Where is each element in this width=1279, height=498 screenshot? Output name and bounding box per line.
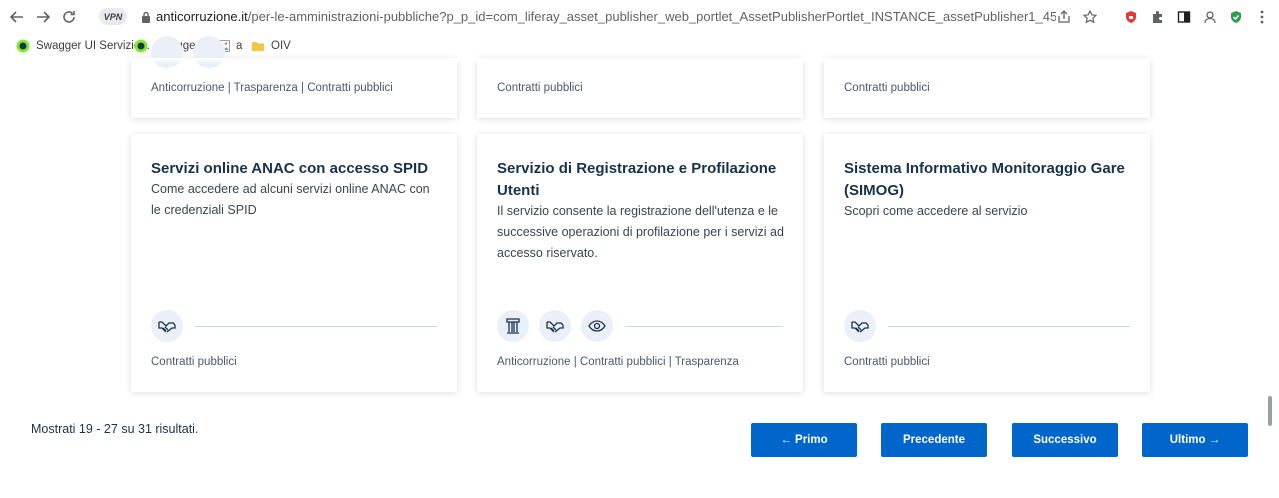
star-icon[interactable] [1080, 7, 1100, 27]
card-categories: Contratti pubblici [151, 356, 237, 368]
browser-toolbar: VPN anticorruzione.it/per-le-amministraz… [0, 0, 1279, 34]
card-icons [151, 310, 437, 342]
next-page-button[interactable]: Successivo [1012, 423, 1118, 457]
previous-page-button[interactable]: Precedente [881, 423, 987, 457]
card-icons [497, 310, 783, 342]
handshake-icon[interactable] [539, 310, 571, 342]
eye-icon[interactable] [581, 310, 613, 342]
puzzle-extension-icon[interactable] [1147, 7, 1167, 27]
card-categories: Contratti pubblici [497, 82, 583, 94]
bookmark-label: Swagger UI Servizio... [36, 40, 150, 52]
bookmark-swagger-servizio[interactable]: Swagger UI Servizio... [16, 37, 150, 55]
card-registrazione[interactable]: Servizio di Registrazione e Profilazione… [477, 134, 803, 392]
card-icons [844, 310, 1130, 342]
results-count: Mostrati 19 - 27 su 31 risultati. [31, 422, 199, 436]
back-arrow-icon[interactable] [6, 6, 28, 28]
swagger-icon [16, 39, 30, 53]
card-categories: Anticorruzione | Contratti pubblici | Tr… [497, 356, 739, 368]
vpn-badge[interactable]: VPN [99, 8, 127, 25]
shield-extension-icon[interactable] [1121, 7, 1141, 27]
card-top-2[interactable]: Contratti pubblici [477, 58, 803, 118]
card-title[interactable]: Servizi online ANAC con accesso SPID [151, 158, 437, 180]
adguard-icon[interactable] [1226, 7, 1246, 27]
divider [888, 325, 1130, 327]
divider [195, 325, 437, 327]
sidepanel-icon[interactable] [1174, 7, 1194, 27]
handshake-icon[interactable] [844, 310, 876, 342]
menu-dots-icon[interactable] [1252, 7, 1272, 27]
card-simog[interactable]: Sistema Informativo Monitoraggio Gare (S… [824, 134, 1150, 392]
divider [625, 325, 783, 327]
first-page-button[interactable]: ← Primo [751, 423, 857, 457]
reload-icon[interactable] [58, 6, 80, 28]
card-categories: Contratti pubblici [844, 82, 930, 94]
scroll-fade [0, 58, 1279, 64]
profile-icon[interactable] [1200, 7, 1220, 27]
url-host: anticorruzione.it [156, 9, 248, 24]
share-icon[interactable] [1054, 7, 1074, 27]
card-categories: Anticorruzione | Trasparenza | Contratti… [151, 82, 393, 94]
card-spid[interactable]: Servizi online ANAC con accesso SPID Com… [131, 134, 457, 392]
card-description: Come accedere ad alcuni servizi online A… [151, 182, 430, 217]
swagger-icon [134, 39, 148, 53]
last-page-button[interactable]: Ultimo → [1142, 423, 1248, 457]
card-categories: Contratti pubblici [844, 356, 930, 368]
column-icon[interactable] [497, 310, 529, 342]
address-bar[interactable]: anticorruzione.it/per-le-amministrazioni… [156, 9, 1056, 24]
scrollbar-thumb[interactable] [1268, 396, 1272, 426]
forward-arrow-icon[interactable] [32, 6, 54, 28]
card-description: Scopri come accedere al servizio [844, 204, 1028, 218]
handshake-icon[interactable] [151, 310, 183, 342]
card-title[interactable]: Sistema Informativo Monitoraggio Gare (S… [844, 158, 1130, 202]
card-top-1[interactable]: Anticorruzione | Trasparenza | Contratti… [131, 36, 457, 118]
card-title[interactable]: Servizio di Registrazione e Profilazione… [497, 158, 783, 202]
lock-icon[interactable] [141, 10, 151, 28]
card-top-3[interactable]: Contratti pubblici [824, 58, 1150, 118]
card-description: Il servizio consente la registrazione de… [497, 204, 784, 260]
url-path: /per-le-amministrazioni-pubbliche?p_p_id… [247, 9, 1056, 24]
